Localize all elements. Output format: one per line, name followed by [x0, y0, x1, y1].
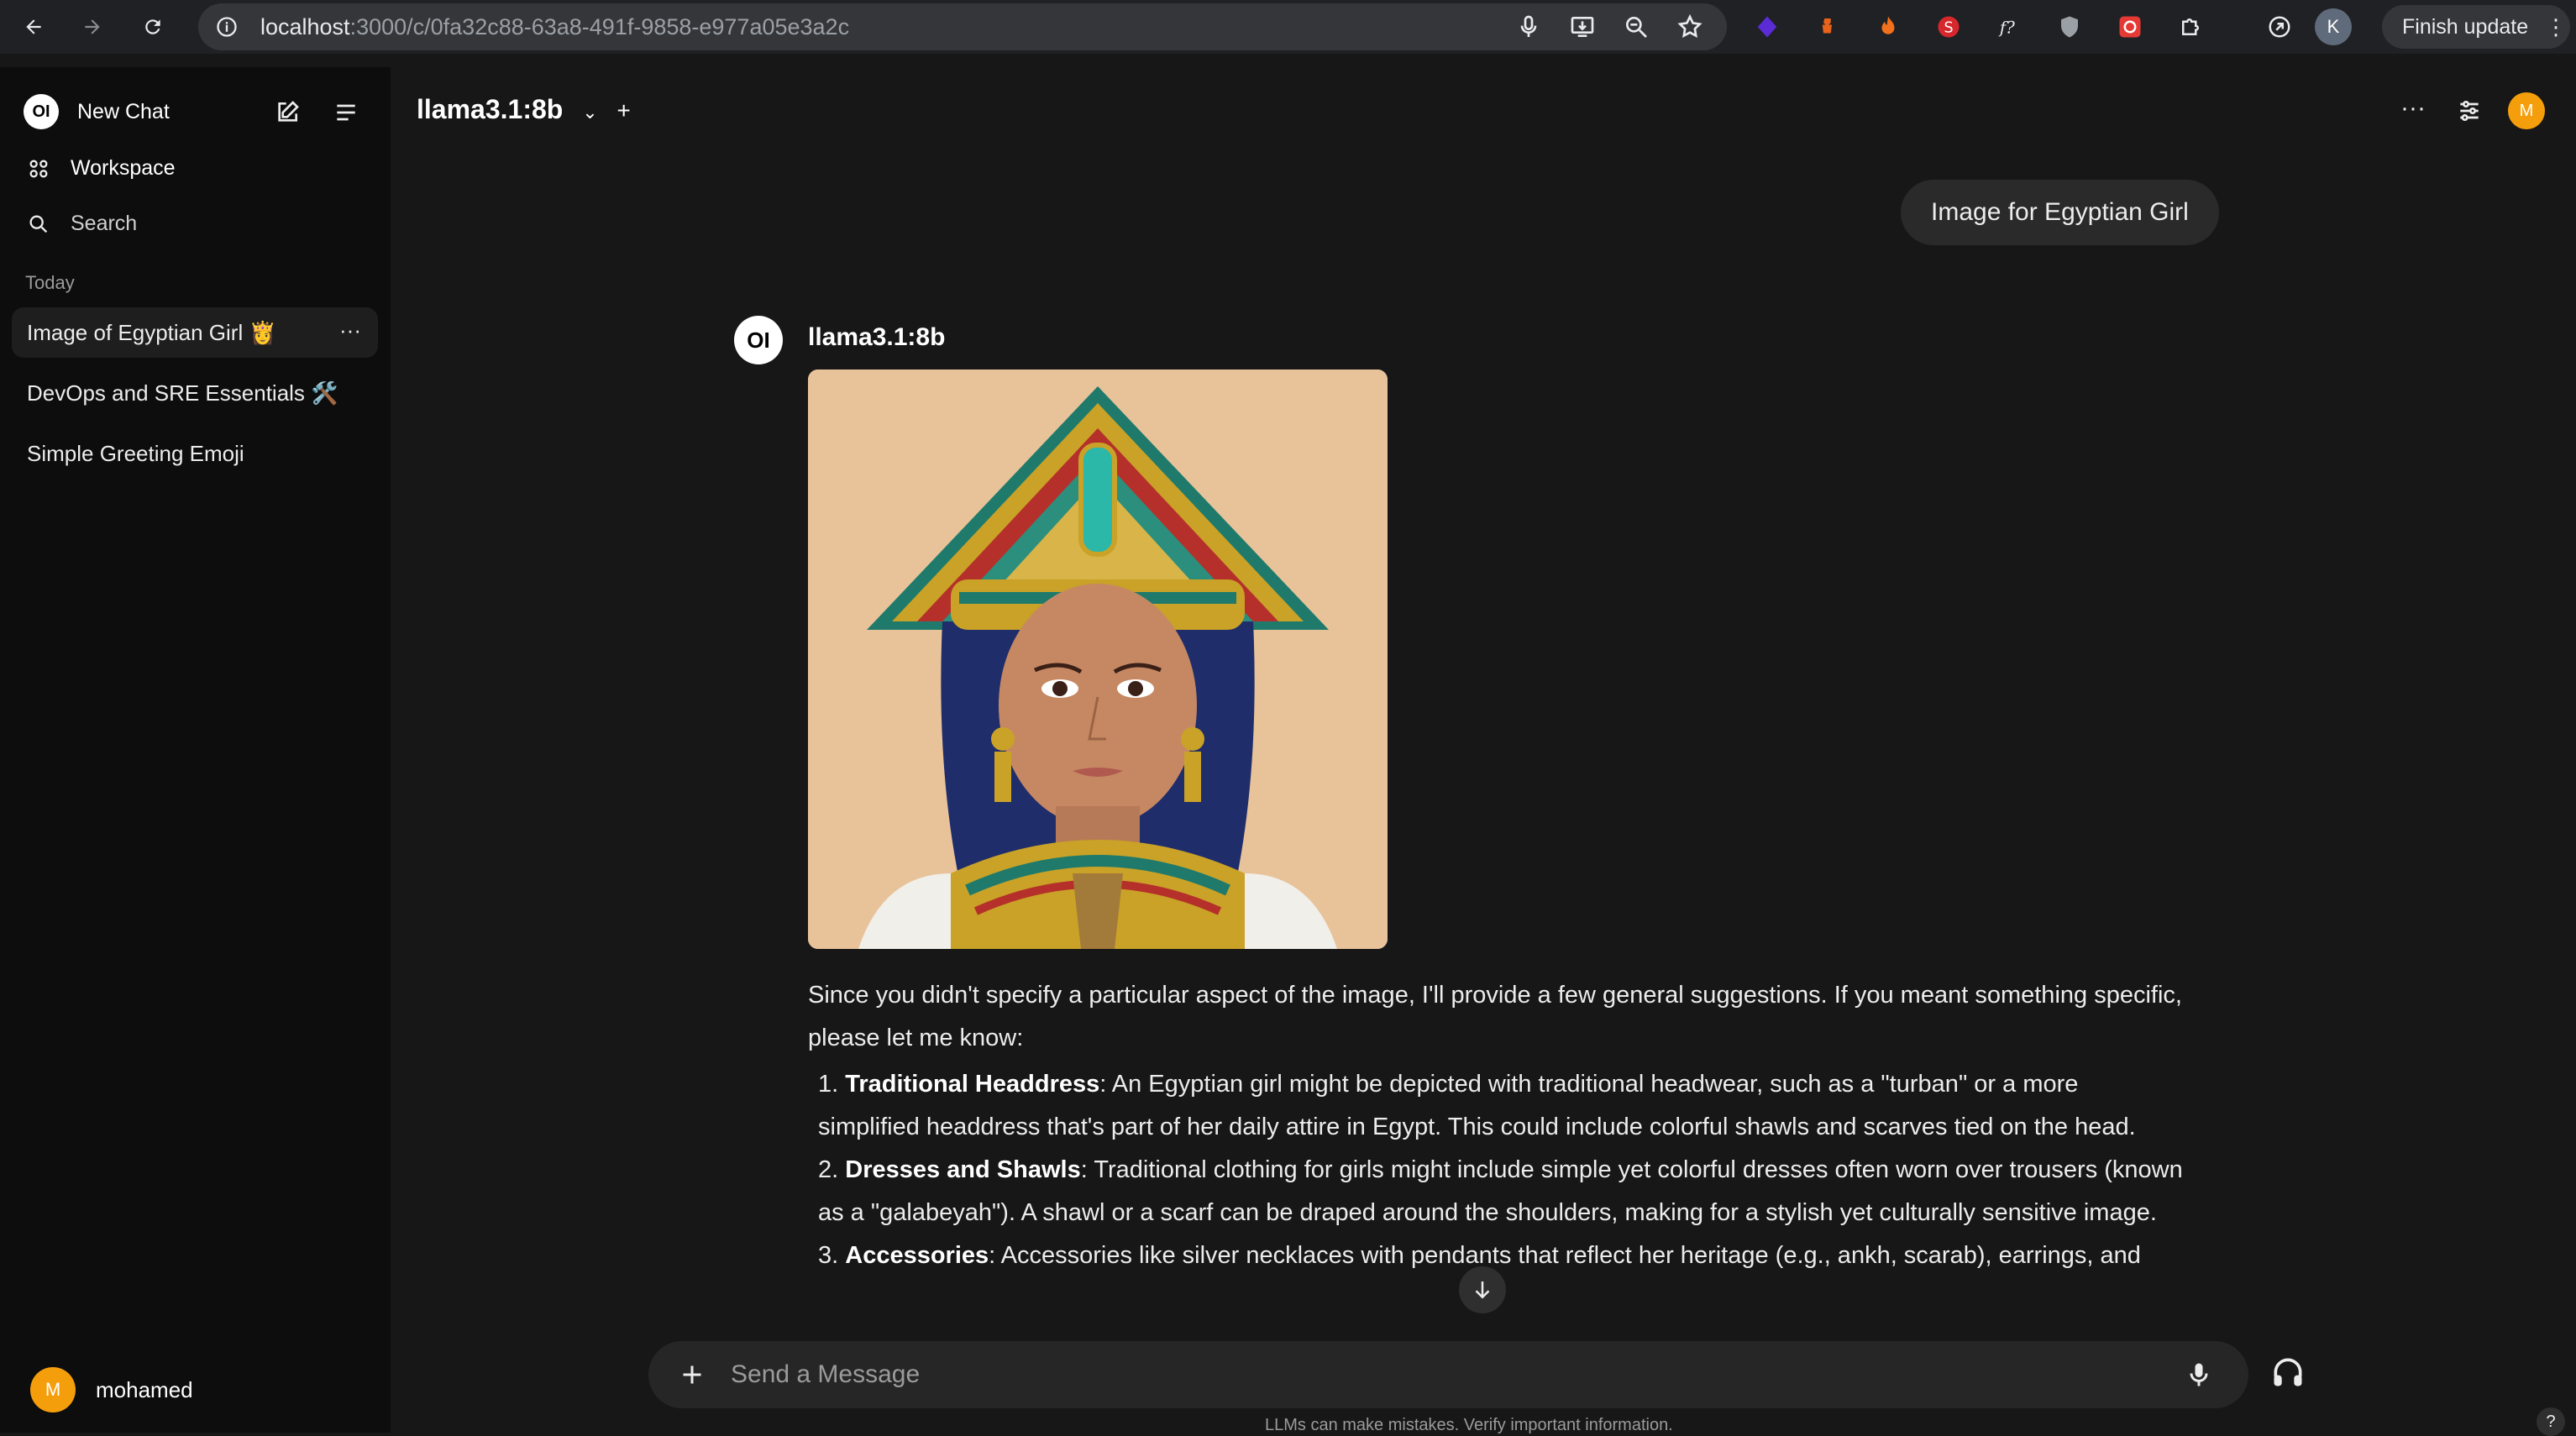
svg-text:S: S: [1944, 19, 1953, 36]
sidebar: OI New Chat Workspace Search Today Image…: [0, 67, 391, 1433]
voice-input-mic-icon[interactable]: [2184, 1360, 2214, 1390]
new-chat-edit-icon[interactable]: [274, 99, 301, 126]
extension-icon-chess[interactable]: [1813, 12, 1843, 42]
list-item-title: Dresses and Shawls: [845, 1156, 1081, 1183]
message-composer: [648, 1341, 2248, 1408]
section-today-label: Today: [25, 272, 75, 293]
list-number: 1.: [818, 1071, 839, 1098]
install-icon[interactable]: [1569, 13, 1596, 40]
arrow-down-icon: [1475, 1281, 1490, 1299]
finish-update-button[interactable]: Finish update ⋮: [2382, 5, 2570, 49]
new-chat-label: New Chat: [77, 99, 170, 123]
workspace-icon: [29, 160, 48, 177]
chat-list-item[interactable]: Simple Greeting Emoji: [12, 428, 378, 479]
sidebar-item-workspace[interactable]: Workspace: [27, 156, 176, 181]
reload-icon[interactable]: [138, 12, 168, 42]
openwebui-logo: OI: [24, 94, 59, 129]
user-message-bubble: Image for Egyptian Girl: [1901, 180, 2219, 245]
extension-icon-record[interactable]: [2115, 12, 2145, 42]
chat-title: Image of Egyptian Girl 👸: [27, 319, 276, 345]
browser-profile-avatar[interactable]: K: [2315, 8, 2352, 45]
svg-text:f?: f?: [1998, 18, 2015, 38]
forward-icon[interactable]: [77, 12, 108, 42]
suggestion-list: 1. Traditional Headdress: An Egyptian gi…: [808, 1063, 2185, 1277]
message-input[interactable]: [729, 1360, 2076, 1390]
chat-title: Simple Greeting Emoji: [27, 440, 244, 466]
extension-icon-flame[interactable]: [1873, 12, 1903, 42]
list-item-title: Accessories: [845, 1242, 989, 1269]
url-path: :3000/c/0fa32c88-63a8-491f-9858-e977a05e…: [349, 13, 850, 39]
sidebar-toggle-icon[interactable]: [333, 99, 359, 126]
bookmark-star-icon[interactable]: [1676, 13, 1703, 40]
list-number: 2.: [818, 1156, 839, 1183]
mic-icon[interactable]: [1515, 13, 1542, 40]
chat-title: DevOps and SRE Essentials 🛠️: [27, 380, 338, 406]
help-button[interactable]: ?: [2537, 1407, 2565, 1436]
generated-image[interactable]: [808, 369, 1388, 949]
extension-icon-shield[interactable]: [2054, 12, 2085, 42]
chat-list-item[interactable]: Image of Egyptian Girl 👸 ···: [12, 307, 378, 358]
search-label: Search: [71, 212, 138, 235]
new-chat-row[interactable]: OI New Chat: [24, 94, 170, 129]
browser-toolbar: localhost:3000/c/0fa32c88-63a8-491f-9858…: [0, 0, 2576, 54]
list-item: 2. Dresses and Shawls: Traditional cloth…: [818, 1149, 2185, 1234]
user-name: mohamed: [96, 1376, 193, 1402]
extensions-puzzle-icon[interactable]: [2175, 12, 2206, 42]
sidebar-item-search[interactable]: Search: [27, 212, 137, 236]
list-item: 1. Traditional Headdress: An Egyptian gi…: [818, 1063, 2185, 1149]
list-number: 3.: [818, 1242, 839, 1269]
extension-icon-s[interactable]: S: [1933, 12, 1964, 42]
site-info-icon[interactable]: [215, 15, 239, 39]
more-options-icon[interactable]: ···: [2400, 94, 2426, 123]
response-intro: Since you didn't specify a particular as…: [808, 982, 2182, 1051]
address-bar[interactable]: localhost:3000/c/0fa32c88-63a8-491f-9858…: [198, 3, 1727, 50]
chevron-down-icon: ⌄: [582, 102, 598, 123]
add-model-button[interactable]: +: [617, 97, 631, 123]
sidebar-user-profile[interactable]: M mohamed: [30, 1367, 193, 1412]
model-selector[interactable]: llama3.1:8b ⌄ +: [417, 94, 631, 125]
user-avatar: M: [30, 1367, 76, 1412]
call-headphones-icon[interactable]: [2269, 1354, 2306, 1391]
zoom-icon[interactable]: [1623, 13, 1650, 40]
back-icon[interactable]: [18, 12, 49, 42]
extension-icon-diamond[interactable]: [1752, 12, 1782, 42]
workspace-label: Workspace: [71, 156, 176, 180]
finish-update-label: Finish update: [2402, 14, 2529, 39]
list-item-title: Traditional Headdress: [845, 1071, 1100, 1098]
list-item: 3. Accessories: Accessories like silver …: [818, 1234, 2185, 1277]
assistant-avatar: OI: [734, 316, 783, 364]
scroll-to-bottom-button[interactable]: [1459, 1266, 1506, 1313]
controls-sliders-icon[interactable]: [2456, 97, 2483, 124]
assistant-response: Since you didn't specify a particular as…: [808, 974, 2185, 1277]
header-user-avatar[interactable]: M: [2508, 92, 2545, 129]
list-item-text: : Accessories like silver necklaces with…: [989, 1242, 2141, 1269]
attach-plus-icon[interactable]: [677, 1360, 707, 1390]
chat-list-item[interactable]: DevOps and SRE Essentials 🛠️: [12, 368, 378, 418]
sync-icon[interactable]: [2264, 12, 2295, 42]
extension-icon-formula[interactable]: f?: [1994, 12, 2024, 42]
search-icon: [29, 215, 48, 233]
url-host: localhost: [260, 13, 350, 39]
model-name: llama3.1:8b: [417, 94, 564, 124]
chat-options-icon[interactable]: ···: [339, 317, 361, 343]
user-message-text: Image for Egyptian Girl: [1931, 198, 2189, 226]
chrome-menu-icon[interactable]: ⋮: [2545, 14, 2567, 40]
assistant-name: llama3.1:8b: [808, 323, 946, 351]
